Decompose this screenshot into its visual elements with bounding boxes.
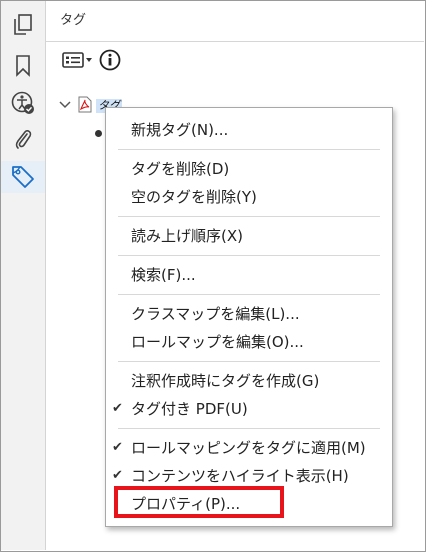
bookmark-icon[interactable]: [9, 52, 37, 80]
panel-title: タグ: [60, 13, 87, 28]
info-icon: [99, 49, 121, 75]
menu-separator: [118, 361, 380, 362]
chevron-down-icon[interactable]: [58, 97, 72, 116]
tag-icon[interactable]: [9, 163, 37, 191]
header-divider: [46, 41, 424, 42]
menu-item-delete-tag[interactable]: タグを削除(D): [106, 157, 392, 181]
menu-item-label: タグを削除(D): [131, 160, 230, 178]
options-menu-icon: [62, 50, 94, 74]
menu-item-apply-role-mapping[interactable]: ✔ ロールマッピングをタグに適用(M): [106, 436, 392, 460]
menu-separator: [118, 149, 380, 150]
menu-item-delete-empty-tags[interactable]: 空のタグを削除(Y): [106, 185, 392, 209]
menu-item-tagged-pdf[interactable]: ✔ タグ付き PDF(U): [106, 397, 392, 421]
menu-item-label: ロールマッピングをタグに適用(M): [131, 439, 366, 457]
info-button[interactable]: [98, 49, 122, 75]
options-menu-button[interactable]: [62, 50, 96, 74]
attachment-icon[interactable]: [9, 125, 37, 153]
menu-separator: [118, 255, 380, 256]
tree-child-bullet: [95, 130, 102, 137]
accessibility-icon[interactable]: [9, 89, 37, 117]
menu-item-label: クラスマップを編集(L)...: [131, 305, 300, 323]
menu-item-label: コンテンツをハイライト表示(H): [131, 467, 349, 485]
menu-item-highlight-content[interactable]: ✔ コンテンツをハイライト表示(H): [106, 464, 392, 488]
pages-icon[interactable]: [9, 11, 37, 39]
menu-item-label: 読み上げ順序(X): [131, 227, 243, 245]
checkmark-icon: ✔: [112, 401, 123, 416]
menu-item-create-tags-for-annotations[interactable]: 注釈作成時にタグを作成(G): [106, 369, 392, 393]
checkmark-icon: ✔: [112, 468, 123, 483]
menu-item-new-tag[interactable]: 新規タグ(N)...: [106, 118, 392, 142]
menu-separator: [118, 428, 380, 429]
menu-item-label: 空のタグを削除(Y): [131, 188, 257, 206]
menu-item-label: 注釈作成時にタグを作成(G): [131, 372, 320, 390]
menu-item-label: 新規タグ(N)...: [131, 121, 229, 139]
properties-highlight-box: [114, 486, 284, 518]
tags-context-menu: 新規タグ(N)... タグを削除(D) 空のタグを削除(Y) 読み上げ順序(X)…: [105, 107, 393, 527]
menu-item-label: 検索(F)...: [131, 266, 196, 284]
checkmark-icon: ✔: [112, 440, 123, 455]
menu-item-edit-role-map[interactable]: ロールマップを編集(O)...: [106, 330, 392, 354]
menu-item-label: タグ付き PDF(U): [131, 400, 248, 418]
menu-item-edit-class-map[interactable]: クラスマップを編集(L)...: [106, 302, 392, 326]
menu-separator: [118, 294, 380, 295]
menu-item-reading-order[interactable]: 読み上げ順序(X): [106, 224, 392, 248]
menu-item-find[interactable]: 検索(F)...: [106, 263, 392, 287]
menu-separator: [118, 216, 380, 217]
menu-item-label: ロールマップを編集(O)...: [131, 333, 304, 351]
left-navigation-bar: [1, 1, 46, 550]
pdf-file-icon: [78, 96, 92, 117]
